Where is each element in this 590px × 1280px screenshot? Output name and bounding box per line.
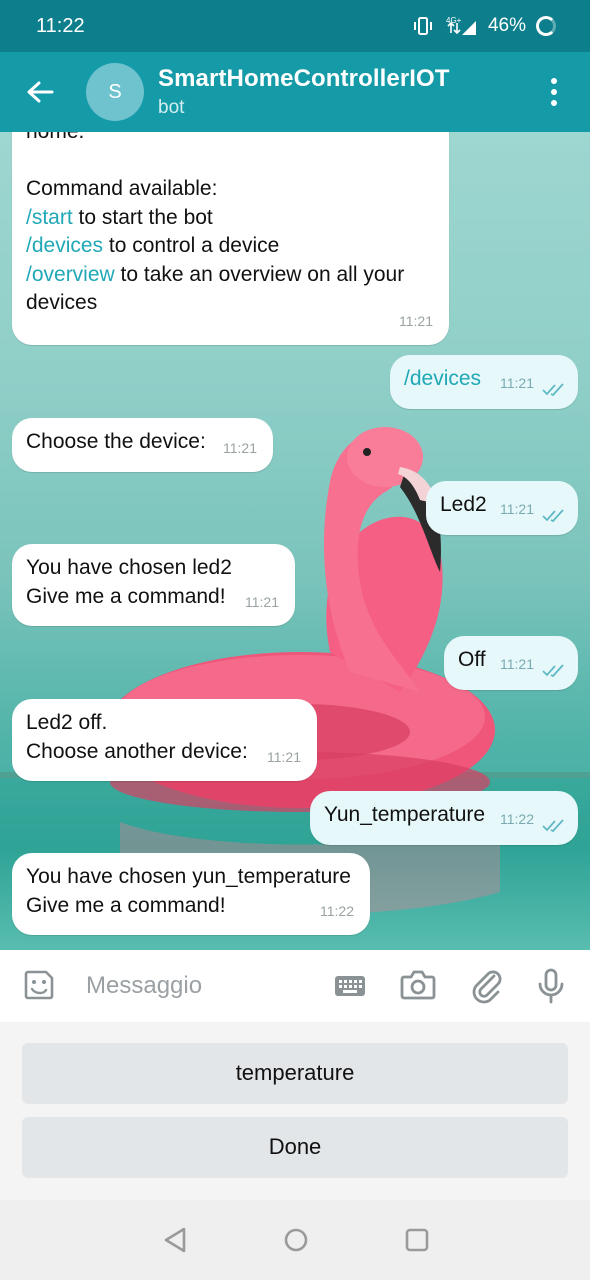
nav-home-icon[interactable] bbox=[283, 1226, 309, 1254]
message-time: 11:21 bbox=[399, 312, 433, 329]
message-time: 11:22 bbox=[320, 902, 354, 919]
read-checks-icon bbox=[542, 819, 564, 833]
message-bubble-in[interactable]: home. Command available: /start to start… bbox=[12, 132, 449, 345]
message-text: home. Command available: /start to start… bbox=[26, 132, 435, 318]
read-checks-icon bbox=[542, 383, 564, 397]
message-line: /start to start the bot bbox=[26, 204, 435, 233]
message-line: Command available: bbox=[26, 177, 218, 200]
message-composer: Messaggio bbox=[0, 950, 590, 1022]
message-time: 11:21 bbox=[500, 374, 534, 391]
message-text: Off bbox=[458, 648, 486, 671]
message-time: 11:21 bbox=[245, 593, 279, 610]
read-checks-icon bbox=[542, 664, 564, 678]
message-time: 11:21 bbox=[500, 655, 534, 672]
more-vertical-icon bbox=[551, 78, 557, 84]
command-link[interactable]: /overview bbox=[26, 263, 115, 286]
message-input[interactable]: Messaggio bbox=[86, 972, 202, 1000]
message-time: 11:22 bbox=[500, 810, 534, 827]
message-line: home. bbox=[26, 132, 435, 147]
message-bubble-out[interactable]: Off 11:21 bbox=[444, 636, 578, 690]
command-description: to control a device bbox=[103, 234, 280, 257]
message-bubble-out[interactable]: Led2 11:21 bbox=[426, 481, 578, 535]
battery-icon bbox=[536, 16, 556, 36]
message-time: 11:21 bbox=[267, 748, 301, 765]
network-type: 4G+ bbox=[446, 16, 462, 25]
message-bubble-in[interactable]: You have chosen yun_temperature Give me … bbox=[12, 853, 370, 935]
bot-reply-keyboard: temperature Done bbox=[0, 1022, 590, 1200]
message-text: Led2 bbox=[440, 493, 487, 516]
read-checks-icon bbox=[542, 509, 564, 523]
message-line: /overview to take an overview on all you… bbox=[26, 261, 435, 290]
arrow-left-icon bbox=[27, 81, 54, 103]
chat-header: S SmartHomeControllerIOT bot bbox=[0, 52, 590, 132]
nav-back-icon[interactable] bbox=[162, 1226, 188, 1254]
message-text: Yun_temperature bbox=[324, 803, 486, 826]
message-line: Choose another device: bbox=[26, 739, 248, 763]
command-link[interactable]: /devices bbox=[26, 234, 103, 257]
paperclip-icon[interactable] bbox=[470, 968, 502, 1004]
battery-percent: 46% bbox=[487, 15, 526, 36]
status-icons: 4G+ 46% bbox=[412, 15, 556, 37]
message-time: 11:21 bbox=[223, 439, 257, 456]
chat-messages[interactable]: home. Command available: /start to start… bbox=[0, 132, 590, 950]
more-options-button[interactable] bbox=[536, 72, 572, 112]
command-link[interactable]: /devices bbox=[404, 367, 481, 390]
message-bubble-out[interactable]: /devices 11:21 bbox=[390, 355, 578, 409]
command-description: to start the bot bbox=[72, 205, 213, 229]
sticker-emoji-icon[interactable] bbox=[22, 968, 56, 1002]
message-line: You have chosen yun_temperature bbox=[26, 865, 351, 888]
message-bubble-in[interactable]: Led2 off. Choose another device: 11:21 bbox=[12, 699, 317, 781]
chat-subtitle: bot bbox=[158, 97, 185, 118]
keyboard-button-done[interactable]: Done bbox=[22, 1117, 568, 1177]
nav-recents-icon[interactable] bbox=[404, 1226, 430, 1254]
command-description: to take an overview on all your bbox=[114, 262, 405, 286]
camera-icon[interactable] bbox=[400, 968, 436, 1002]
chat-title: SmartHomeControllerIOT bbox=[158, 65, 450, 92]
message-line: devices bbox=[26, 291, 98, 314]
status-time: 11:22 bbox=[36, 14, 85, 37]
keyboard-icon[interactable] bbox=[334, 974, 366, 998]
system-navigation-bar bbox=[0, 1200, 590, 1280]
message-line-blank bbox=[26, 147, 435, 176]
message-bubble-in[interactable]: Choose the device: 11:21 bbox=[12, 418, 273, 472]
message-line: Give me a command! bbox=[26, 584, 226, 608]
message-time: 11:21 bbox=[500, 500, 534, 517]
chat-title-block[interactable]: SmartHomeControllerIOT bot bbox=[158, 65, 450, 119]
back-button[interactable] bbox=[0, 52, 80, 132]
message-line: /devices to control a device bbox=[26, 232, 435, 261]
signal-icon: 4G+ bbox=[446, 16, 476, 35]
message-line: You have chosen led2 bbox=[26, 556, 232, 579]
vibrate-icon bbox=[413, 17, 432, 35]
message-line: Led2 off. bbox=[26, 711, 108, 734]
avatar[interactable]: S bbox=[86, 63, 144, 121]
message-bubble-out[interactable]: Yun_temperature 11:22 bbox=[310, 791, 578, 845]
microphone-icon[interactable] bbox=[536, 968, 566, 1004]
message-text: Choose the device: bbox=[26, 430, 206, 453]
message-line: Give me a command! bbox=[26, 893, 226, 917]
status-bar: 11:22 4G+ 46% bbox=[0, 0, 590, 52]
message-bubble-in[interactable]: You have chosen led2 Give me a command! … bbox=[12, 544, 295, 626]
command-link[interactable]: /start bbox=[26, 206, 73, 229]
keyboard-button-temperature[interactable]: temperature bbox=[22, 1043, 568, 1103]
